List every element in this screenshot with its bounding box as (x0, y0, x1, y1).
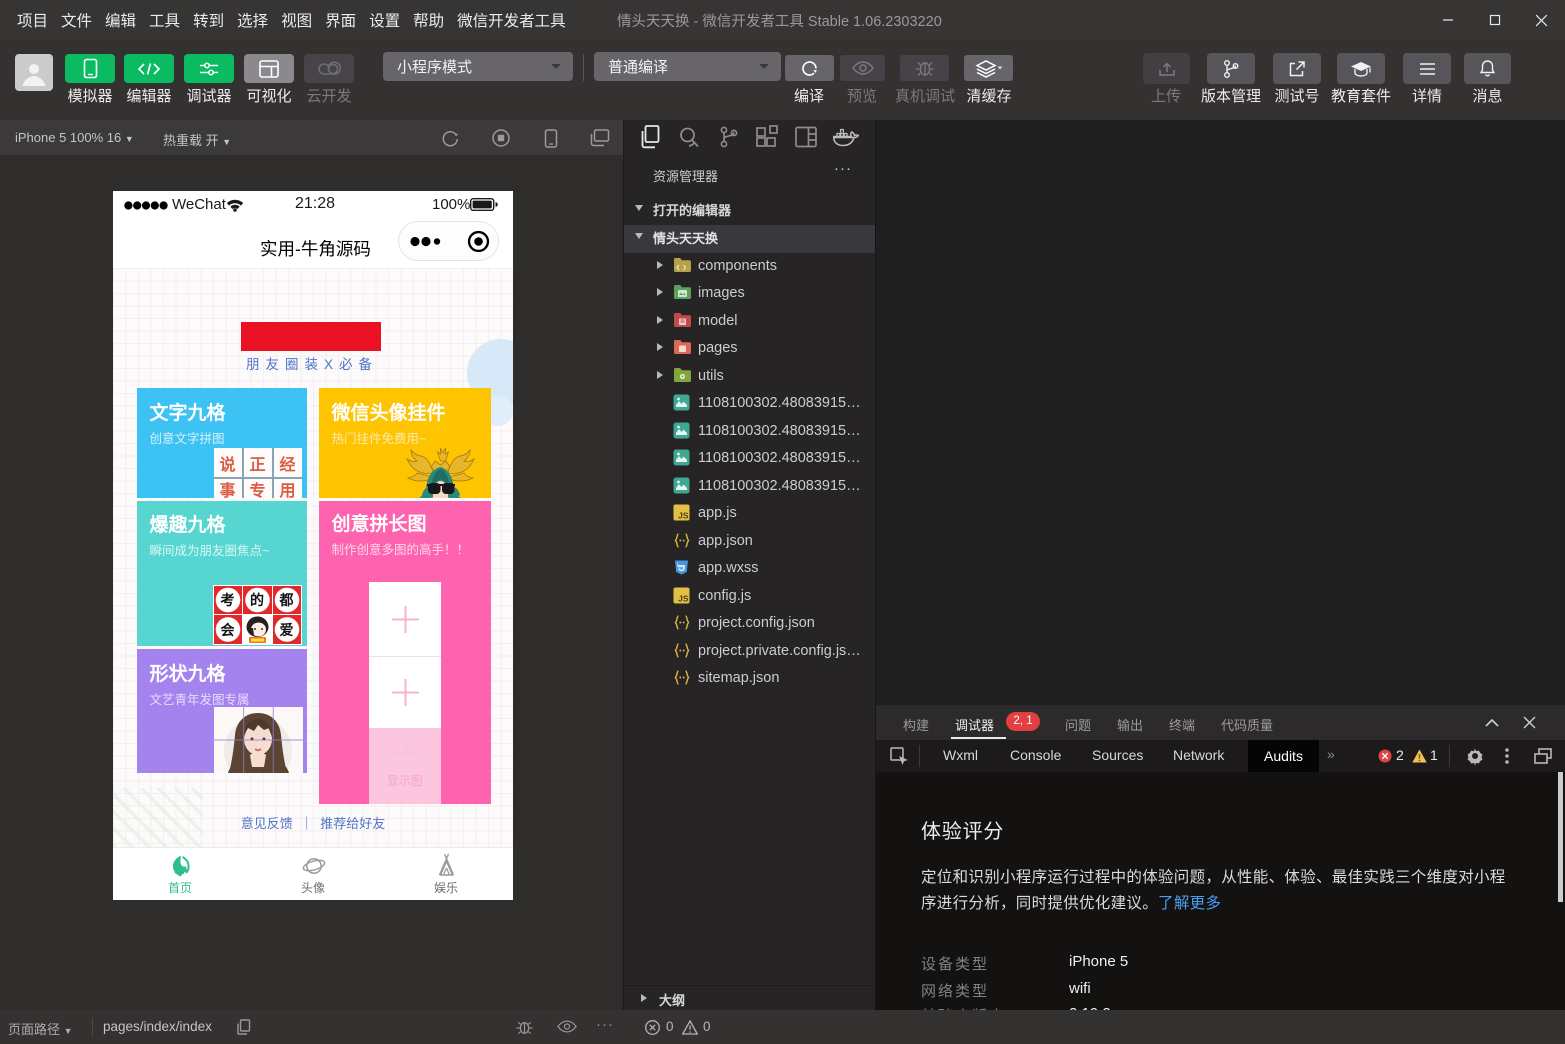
svg-text:JS: JS (678, 511, 689, 521)
svg-text:JS: JS (678, 594, 689, 604)
